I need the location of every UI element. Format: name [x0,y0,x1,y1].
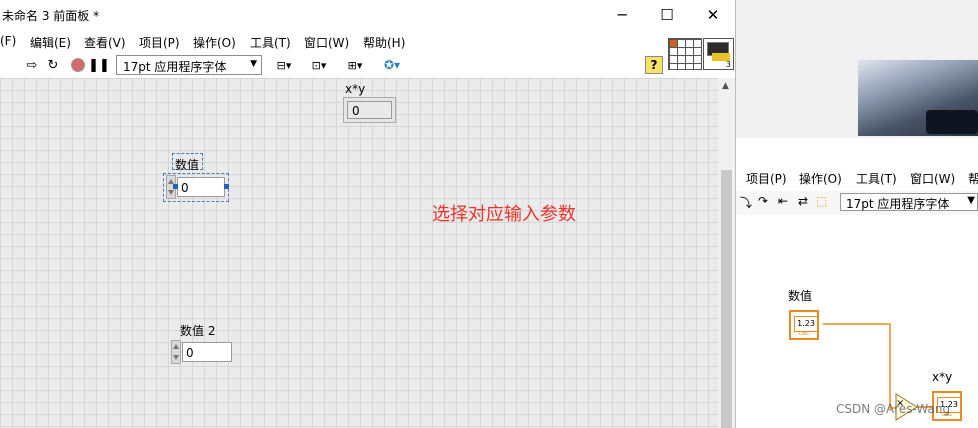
numeric2-value: 0 [186,346,194,360]
connector-terminal-input [670,40,677,47]
resize-handle-right[interactable] [224,184,229,189]
menu-edit[interactable]: 编辑(E) [30,34,71,51]
pause-icon[interactable]: ❚❚ [88,56,110,74]
scroll-up-arrow-icon[interactable]: ▲ [722,81,729,91]
window-title: 未命名 3 前面板 * [2,9,100,23]
align-objects-icon[interactable]: ⊟▾ [270,56,298,74]
reorder-icon[interactable]: ✪▾ [378,56,406,74]
connector-count: 3 [725,60,731,69]
bd-menu-bar: 项目(P) 操作(O) 工具(T) 窗口(W) 帮 [736,164,978,190]
bd-menu-tools[interactable]: 工具(T) [856,170,897,187]
clean-up-icon[interactable]: ⬚ [816,194,827,208]
connector-pane[interactable] [668,38,702,70]
bd-menu-project[interactable]: 项目(P) [746,170,787,187]
menu-window[interactable]: 窗口(W) [304,34,349,51]
step-out-icon[interactable]: ⇤ [778,194,788,208]
step-into-icon[interactable]: ⤵ [740,194,752,211]
bd-menu-window[interactable]: 窗口(W) [910,170,955,187]
vi-icon[interactable]: 3 [703,38,734,70]
indicator-xy-value: 0 [352,104,360,118]
indicator-xy: 0 [343,97,396,123]
indicator-xy-value-box: 0 [347,101,392,119]
annotation-text: 选择对应输入参数 [432,204,576,225]
watermark: CSDN @Ares-Wang [836,402,951,416]
maximize-button[interactable]: ☐ [655,4,679,26]
wire-numeric-to-multiply [823,323,897,409]
bd-result-label: x*y [932,370,953,384]
bd-font-select-value: 17pt 应用程序字体 [846,197,950,211]
retain-wire-values-icon[interactable]: ⇄ [798,194,808,208]
run-continuously-icon[interactable]: ↻ [45,56,61,74]
desktop-photo-highlight [926,110,978,134]
bd-menu-operate[interactable]: 操作(O) [799,170,842,187]
numeric-input[interactable]: 0 [177,177,225,197]
menu-view[interactable]: 查看(V) [84,34,126,51]
vertical-scrollbar[interactable]: ▲ [718,78,735,428]
close-button[interactable]: ✕ [701,4,725,26]
bd-menu-help[interactable]: 帮 [968,170,978,187]
menu-file[interactable]: (F) [0,34,16,48]
step-over-icon[interactable]: ↷ [758,194,768,208]
context-help-button[interactable]: ? [645,56,663,74]
indicator-xy-label: x*y [345,82,366,96]
chevron-down-icon: ▼ [250,59,257,69]
font-select[interactable]: 17pt 应用程序字体 ▼ [116,55,262,75]
bd-font-select[interactable]: 17pt 应用程序字体 ▼ [840,193,978,211]
menu-operate[interactable]: 操作(O) [193,34,236,51]
resize-handle-left[interactable] [173,184,178,189]
distribute-objects-icon[interactable]: ⊡▾ [305,56,333,74]
help-icon: ? [650,58,658,72]
run-arrow-icon[interactable]: ⇨ [24,56,40,74]
numeric-label[interactable]: 数值 [175,156,199,173]
numeric2-label[interactable]: 数值 2 [180,322,215,339]
front-panel-canvas[interactable] [0,78,718,428]
numeric2-increment-decrement[interactable] [171,340,181,364]
font-select-value: 17pt 应用程序字体 [123,60,227,74]
title-bar: 未命名 3 前面板 * ─ ☐ ✕ [0,0,735,30]
bd-toolbar: ⤵ ↷ ⇤ ⇄ ⬚ 17pt 应用程序字体 ▼ [736,191,978,215]
numeric-value: 0 [181,181,189,195]
minimize-button[interactable]: ─ [610,4,634,26]
menu-help[interactable]: 帮助(H) [363,34,405,51]
abort-execution-icon[interactable] [70,56,86,74]
numeric2-input[interactable]: 0 [182,342,232,362]
menu-tools[interactable]: 工具(T) [250,34,291,51]
scrollbar-thumb[interactable] [721,170,732,428]
front-panel-window: 未命名 3 前面板 * ─ ☐ ✕ (F) 编辑(E) 查看(V) 项目(P) … [0,0,736,428]
chevron-down-icon: ▼ [967,195,975,206]
resize-objects-icon[interactable]: ⊞▾ [341,56,369,74]
block-diagram-window: 项目(P) 操作(O) 工具(T) 窗口(W) 帮 ⤵ ↷ ⇤ ⇄ ⬚ 17pt… [736,0,978,428]
menu-project[interactable]: 项目(P) [139,34,180,51]
